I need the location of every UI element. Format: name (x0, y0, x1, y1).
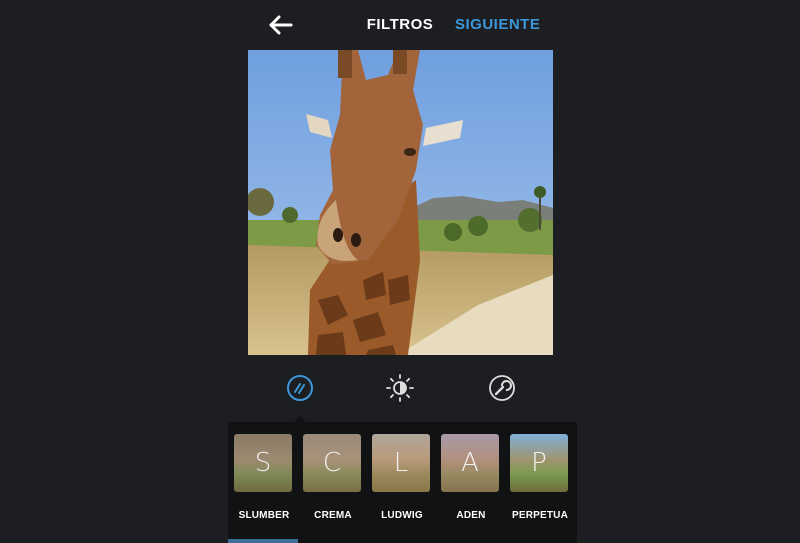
filter-letter: P (531, 448, 547, 478)
filter-thumbnail: S (234, 434, 292, 492)
filter-letter: S (254, 448, 272, 478)
filter-option[interactable]: P PERPETUA (510, 434, 570, 521)
filter-thumbnail: P (510, 434, 568, 492)
filter-thumbnail: L (372, 434, 430, 492)
filter-letter: L (393, 448, 409, 478)
photo-preview (248, 50, 553, 355)
selected-filter-indicator (228, 539, 298, 543)
next-button[interactable]: SIGUIENTE (455, 16, 540, 33)
filter-letter: A (461, 448, 479, 478)
arrow-left-icon (269, 15, 293, 35)
filter-option[interactable]: L LUDWIG (372, 434, 432, 521)
filter-icon (287, 375, 313, 401)
filter-label: CREMA (314, 510, 352, 521)
filter-label: LUDWIG (381, 510, 423, 521)
filter-letter: C (322, 448, 342, 478)
edit-tool-button[interactable] (487, 373, 517, 403)
filter-tool-button[interactable] (285, 373, 315, 403)
filter-option[interactable]: C CREMA (303, 434, 363, 521)
filter-label: SLUMBER (238, 510, 290, 521)
adjust-tool-button[interactable] (385, 373, 415, 403)
filter-label: ADEN (456, 510, 486, 521)
back-button[interactable] (262, 10, 298, 40)
page-title: FILTROS (366, 16, 434, 33)
filter-label: PERPETUA (511, 510, 569, 521)
filter-thumbnail: C (303, 434, 361, 492)
brightness-icon (386, 374, 414, 402)
wrench-icon (489, 375, 515, 401)
filter-option[interactable]: A ADEN (441, 434, 501, 521)
filter-thumbnail: A (441, 434, 499, 492)
filter-option[interactable]: S SLUMBER (234, 434, 294, 521)
top-bar: FILTROS SIGUIENTE (0, 0, 800, 50)
